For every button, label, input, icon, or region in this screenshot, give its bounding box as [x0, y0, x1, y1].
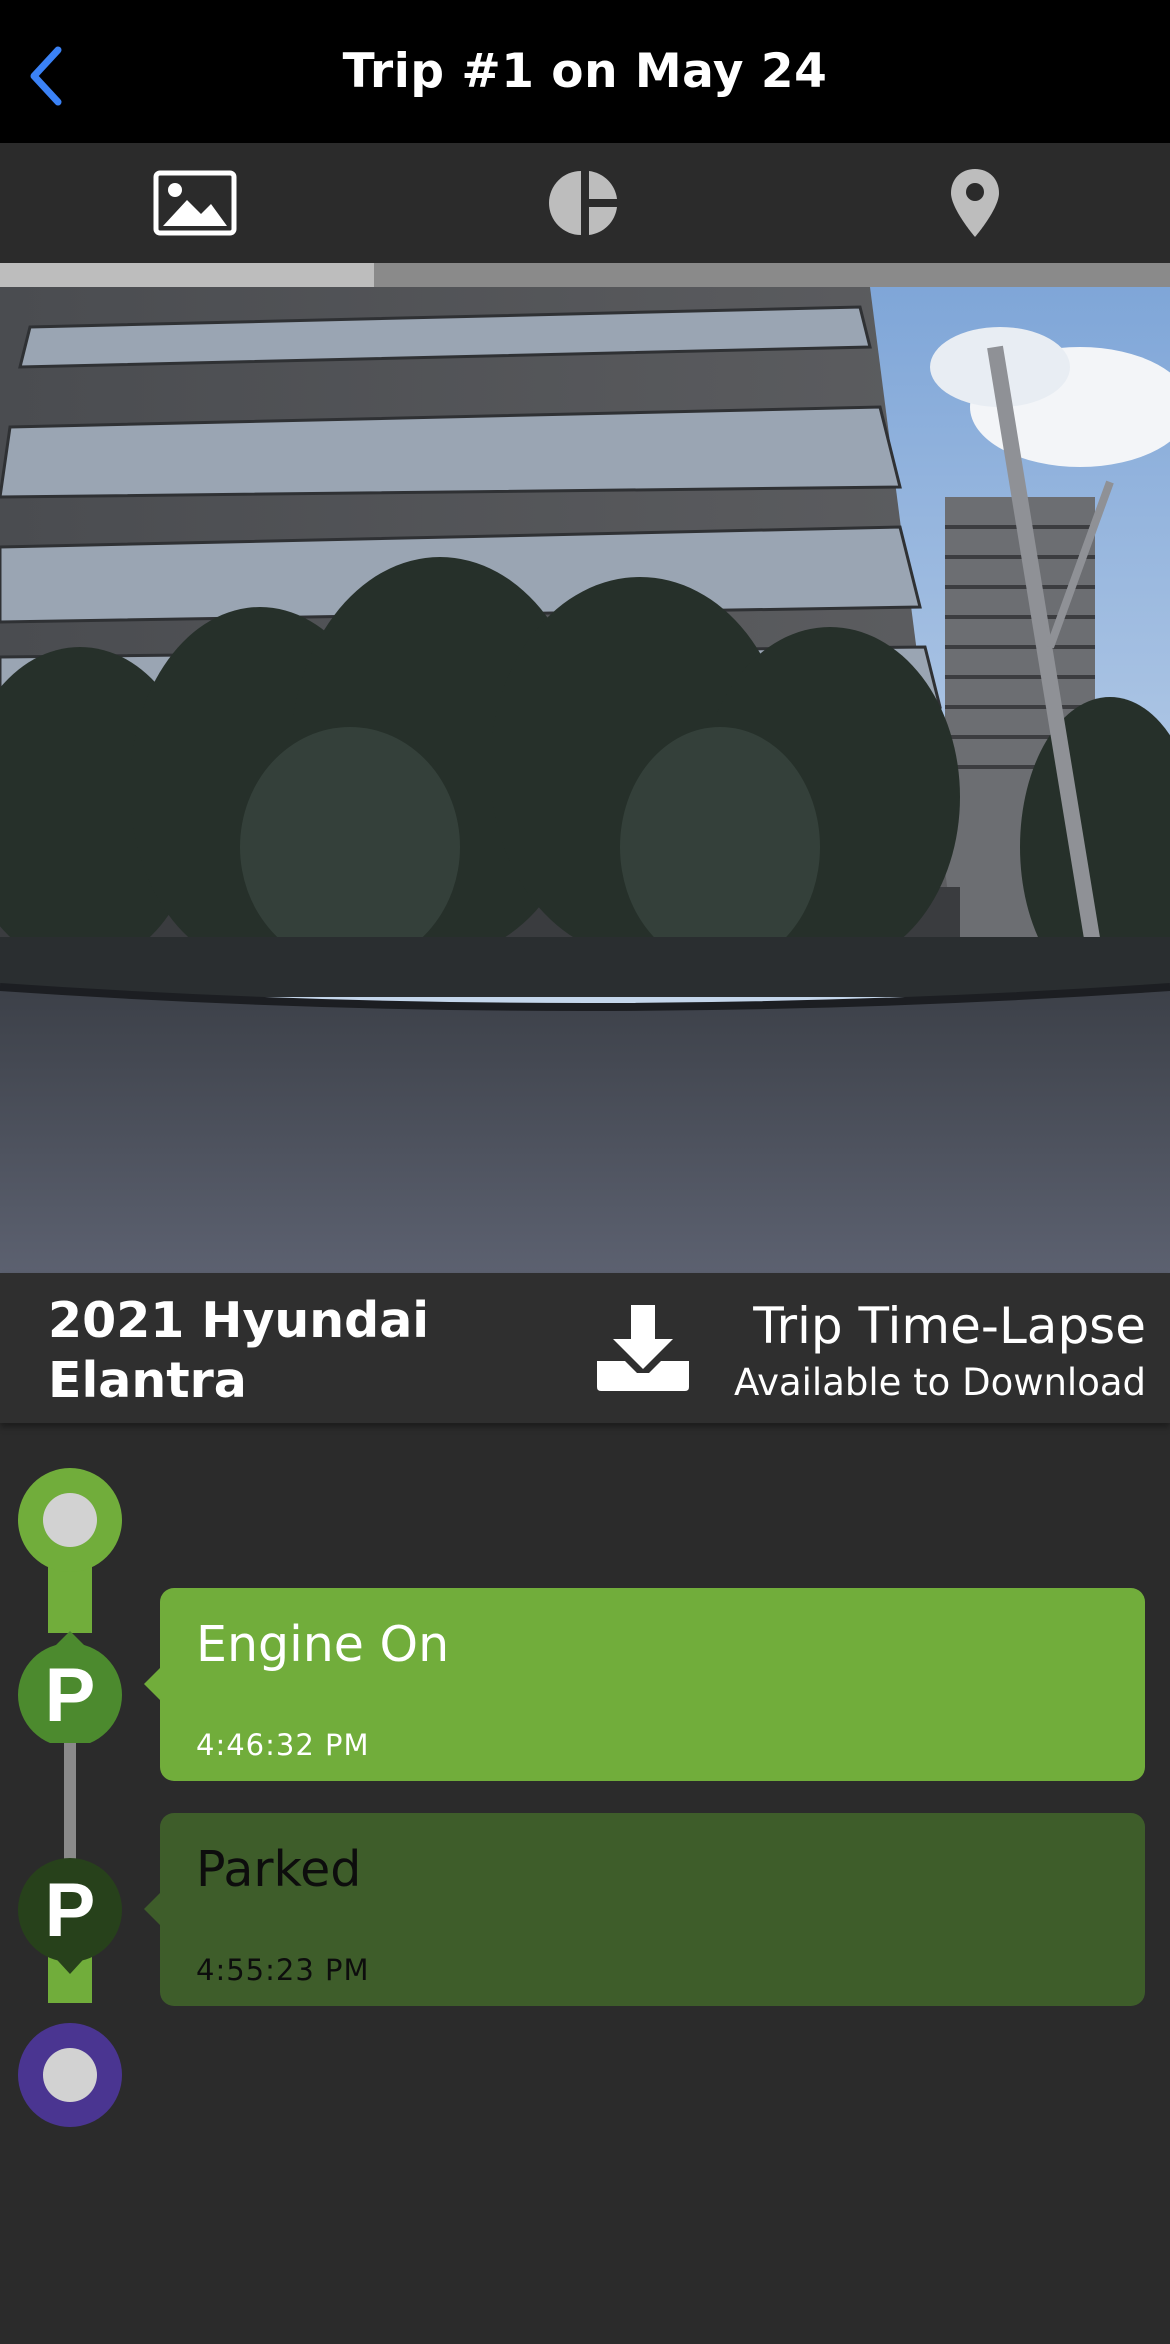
download-icon: [597, 1305, 689, 1391]
parking-marker-parked: P: [16, 1858, 124, 1976]
map-pin-icon: [951, 169, 999, 237]
tab-photo[interactable]: [0, 143, 390, 263]
svg-text:P: P: [45, 1868, 96, 1953]
photo-progress-bar[interactable]: [0, 263, 1170, 287]
page-title: Trip #1 on May 24: [342, 44, 828, 99]
event-title: Parked: [196, 1841, 362, 1898]
photo-progress-fill: [0, 263, 375, 287]
event-time: 4:55:23 PM: [196, 1953, 370, 1987]
svg-text:P: P: [45, 1653, 96, 1738]
trip-info-bar: 2021 Hyundai Elantra Trip Time-Lapse Ava…: [0, 1273, 1170, 1423]
timeline-start-dot: [18, 1468, 122, 1572]
tab-map[interactable]: [780, 143, 1170, 263]
time-lapse-subtitle: Available to Download: [733, 1361, 1146, 1404]
event-card-engine-on[interactable]: Engine On 4:46:32 PM: [144, 1588, 1145, 1781]
image-icon: [153, 170, 237, 236]
trip-timeline: P P Engine On 4:46:32 PM Parked 4:55:23 …: [0, 1423, 1170, 2344]
event-title: Engine On: [196, 1616, 450, 1673]
tab-stats[interactable]: [390, 143, 780, 263]
timeline-end-dot: [18, 2023, 122, 2127]
parking-marker-engine-on: P: [16, 1631, 124, 1747]
event-time: 4:46:32 PM: [196, 1728, 370, 1762]
pie-chart-icon: [549, 171, 617, 235]
vehicle-name: 2021 Hyundai Elantra: [48, 1291, 508, 1411]
event-card-parked[interactable]: Parked 4:55:23 PM: [144, 1813, 1145, 2006]
time-lapse-title[interactable]: Trip Time-Lapse: [753, 1297, 1146, 1355]
navigation-bar: Trip #1 on May 24: [0, 0, 1170, 144]
vehicle-name-line2: Elantra: [48, 1352, 247, 1409]
download-button[interactable]: [593, 1303, 693, 1393]
dashcam-photo: [0, 287, 1170, 1273]
tab-bar: [0, 143, 1170, 263]
vehicle-name-line1: 2021 Hyundai: [48, 1292, 430, 1349]
